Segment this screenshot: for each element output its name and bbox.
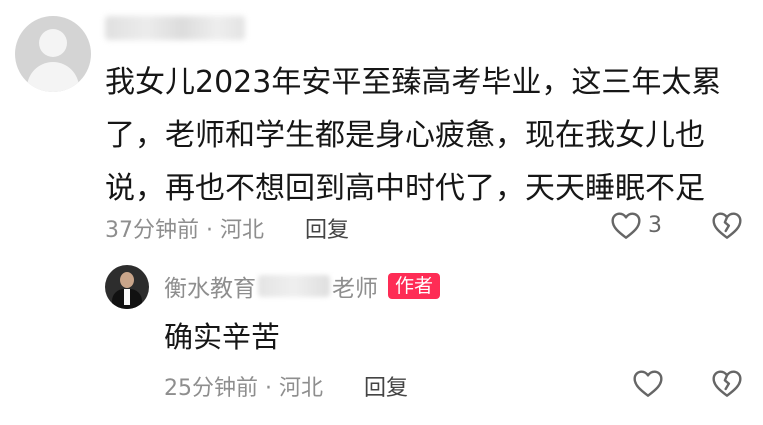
heart-outline-icon xyxy=(633,370,663,397)
author-badge: 作者 xyxy=(388,273,441,299)
avatar-body xyxy=(27,62,79,92)
avatar[interactable] xyxy=(15,16,91,92)
avatar-head xyxy=(39,29,67,57)
reply-button[interactable]: 回复 xyxy=(305,218,349,243)
reply-text: 确实辛苦 xyxy=(164,320,281,354)
username-blurred[interactable] xyxy=(105,16,245,40)
reply-like-button[interactable] xyxy=(632,368,664,398)
reply-time-location: 25分钟前 · 河北 xyxy=(164,376,323,401)
broken-heart-icon xyxy=(712,212,742,239)
reply-meta: 25分钟前 · 河北 回复 xyxy=(164,370,408,402)
like-count: 3 xyxy=(648,212,662,238)
avatar-face xyxy=(120,272,134,288)
comment-line-3: 说，再也不想回到高中时代了，天天睡眠不足 xyxy=(105,171,705,206)
reply-name-suffix: 老师 xyxy=(332,276,378,302)
comment-text: 我女儿2023年安平至臻高考毕业，这三年太累 了，老师和学生都是身心疲惫，现在我女… xyxy=(105,56,745,215)
heart-outline-icon xyxy=(611,212,641,239)
comment-line-2: 了，老师和学生都是身心疲惫，现在我女儿也 xyxy=(105,118,705,153)
avatar-shirt xyxy=(124,289,130,305)
comment-time-location: 37分钟前 · 河北 xyxy=(105,218,264,243)
comment-meta: 37分钟前 · 河北 回复 xyxy=(105,212,349,244)
name-blurred xyxy=(258,275,330,297)
comment-line-1: 我女儿2023年安平至臻高考毕业，这三年太累 xyxy=(105,65,722,100)
reply-avatar[interactable] xyxy=(105,265,149,309)
broken-heart-icon xyxy=(712,370,742,397)
dislike-button[interactable] xyxy=(711,210,743,240)
reply-name-prefix: 衡水教育 xyxy=(164,276,256,302)
reply-author-name[interactable]: 衡水教育 老师 作者 xyxy=(164,269,441,303)
reply-dislike-button[interactable] xyxy=(711,368,743,398)
like-button[interactable]: 3 xyxy=(610,210,662,240)
reply-reply-button[interactable]: 回复 xyxy=(364,376,408,401)
